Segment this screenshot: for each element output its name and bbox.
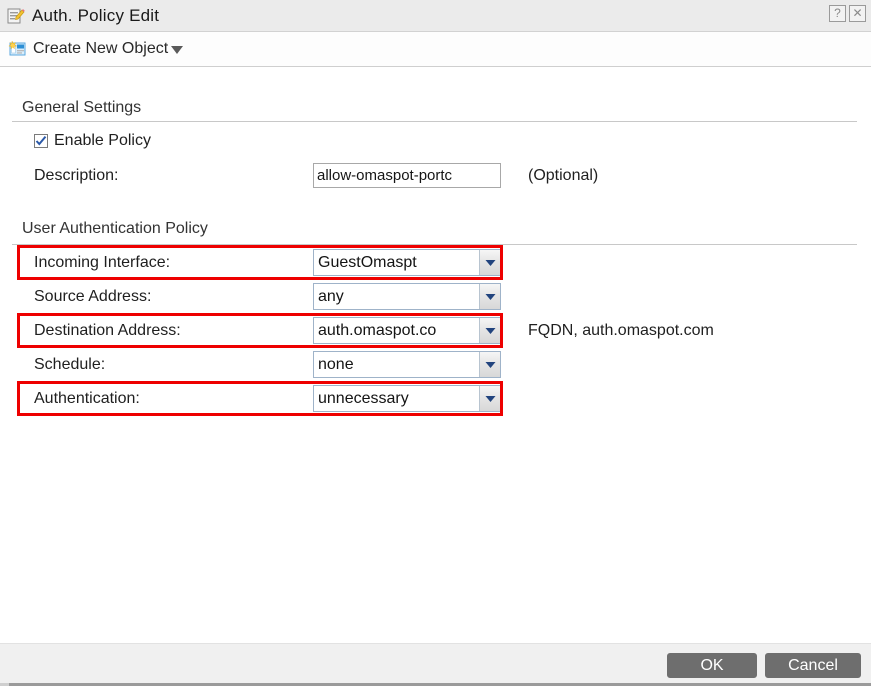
enable-policy-label: Enable Policy — [54, 132, 151, 150]
chevron-down-icon[interactable] — [479, 250, 500, 275]
chevron-down-icon[interactable] — [171, 46, 183, 54]
destination-address-label: Destination Address: — [34, 322, 181, 340]
toolbar: Create New Object — [0, 32, 871, 67]
incoming-interface-select[interactable]: GuestOmaspt — [313, 249, 501, 276]
new-object-icon — [8, 41, 26, 57]
authentication-value: unnecessary — [314, 390, 479, 408]
source-address-value: any — [314, 288, 479, 306]
chevron-down-icon[interactable] — [479, 318, 500, 343]
incoming-interface-value: GuestOmaspt — [314, 254, 479, 272]
window-controls: ? ✕ — [829, 5, 866, 22]
destination-address-value: auth.omaspot.co — [314, 322, 479, 340]
description-input[interactable] — [313, 163, 501, 188]
section-title-user-auth-policy: User Authentication Policy — [22, 220, 208, 238]
window-title: Auth. Policy Edit — [32, 6, 159, 26]
schedule-select[interactable]: none — [313, 351, 501, 378]
description-optional-hint: (Optional) — [528, 167, 598, 185]
help-button[interactable]: ? — [829, 5, 846, 22]
source-address-select[interactable]: any — [313, 283, 501, 310]
dialog-footer: OK Cancel — [0, 643, 871, 686]
section-title-general-settings: General Settings — [22, 99, 141, 117]
cancel-button[interactable]: Cancel — [765, 653, 861, 678]
create-new-object-label: Create New Object — [33, 40, 168, 58]
authentication-label: Authentication: — [34, 390, 140, 408]
incoming-interface-label: Incoming Interface: — [34, 254, 170, 272]
checkbox-box[interactable] — [34, 134, 48, 148]
chevron-down-icon[interactable] — [479, 386, 500, 411]
chevron-down-icon[interactable] — [479, 352, 500, 377]
chevron-down-icon[interactable] — [479, 284, 500, 309]
ok-button[interactable]: OK — [667, 653, 757, 678]
schedule-label: Schedule: — [34, 356, 105, 374]
section-divider-user-auth — [12, 244, 857, 245]
schedule-value: none — [314, 356, 479, 374]
destination-address-note: FQDN, auth.omaspot.com — [528, 322, 714, 340]
create-new-object-button[interactable]: Create New Object — [0, 40, 183, 58]
authentication-select[interactable]: unnecessary — [313, 385, 501, 412]
dialog-body: General Settings Enable Policy Descripti… — [0, 68, 871, 643]
description-label: Description: — [34, 167, 118, 185]
destination-address-select[interactable]: auth.omaspot.co — [313, 317, 501, 344]
section-divider-general — [12, 121, 857, 122]
source-address-label: Source Address: — [34, 288, 151, 306]
close-icon[interactable]: ✕ — [849, 5, 866, 22]
edit-document-icon — [7, 7, 25, 25]
window-titlebar: Auth. Policy Edit ? ✕ — [0, 0, 871, 32]
enable-policy-checkbox[interactable]: Enable Policy — [34, 132, 151, 150]
